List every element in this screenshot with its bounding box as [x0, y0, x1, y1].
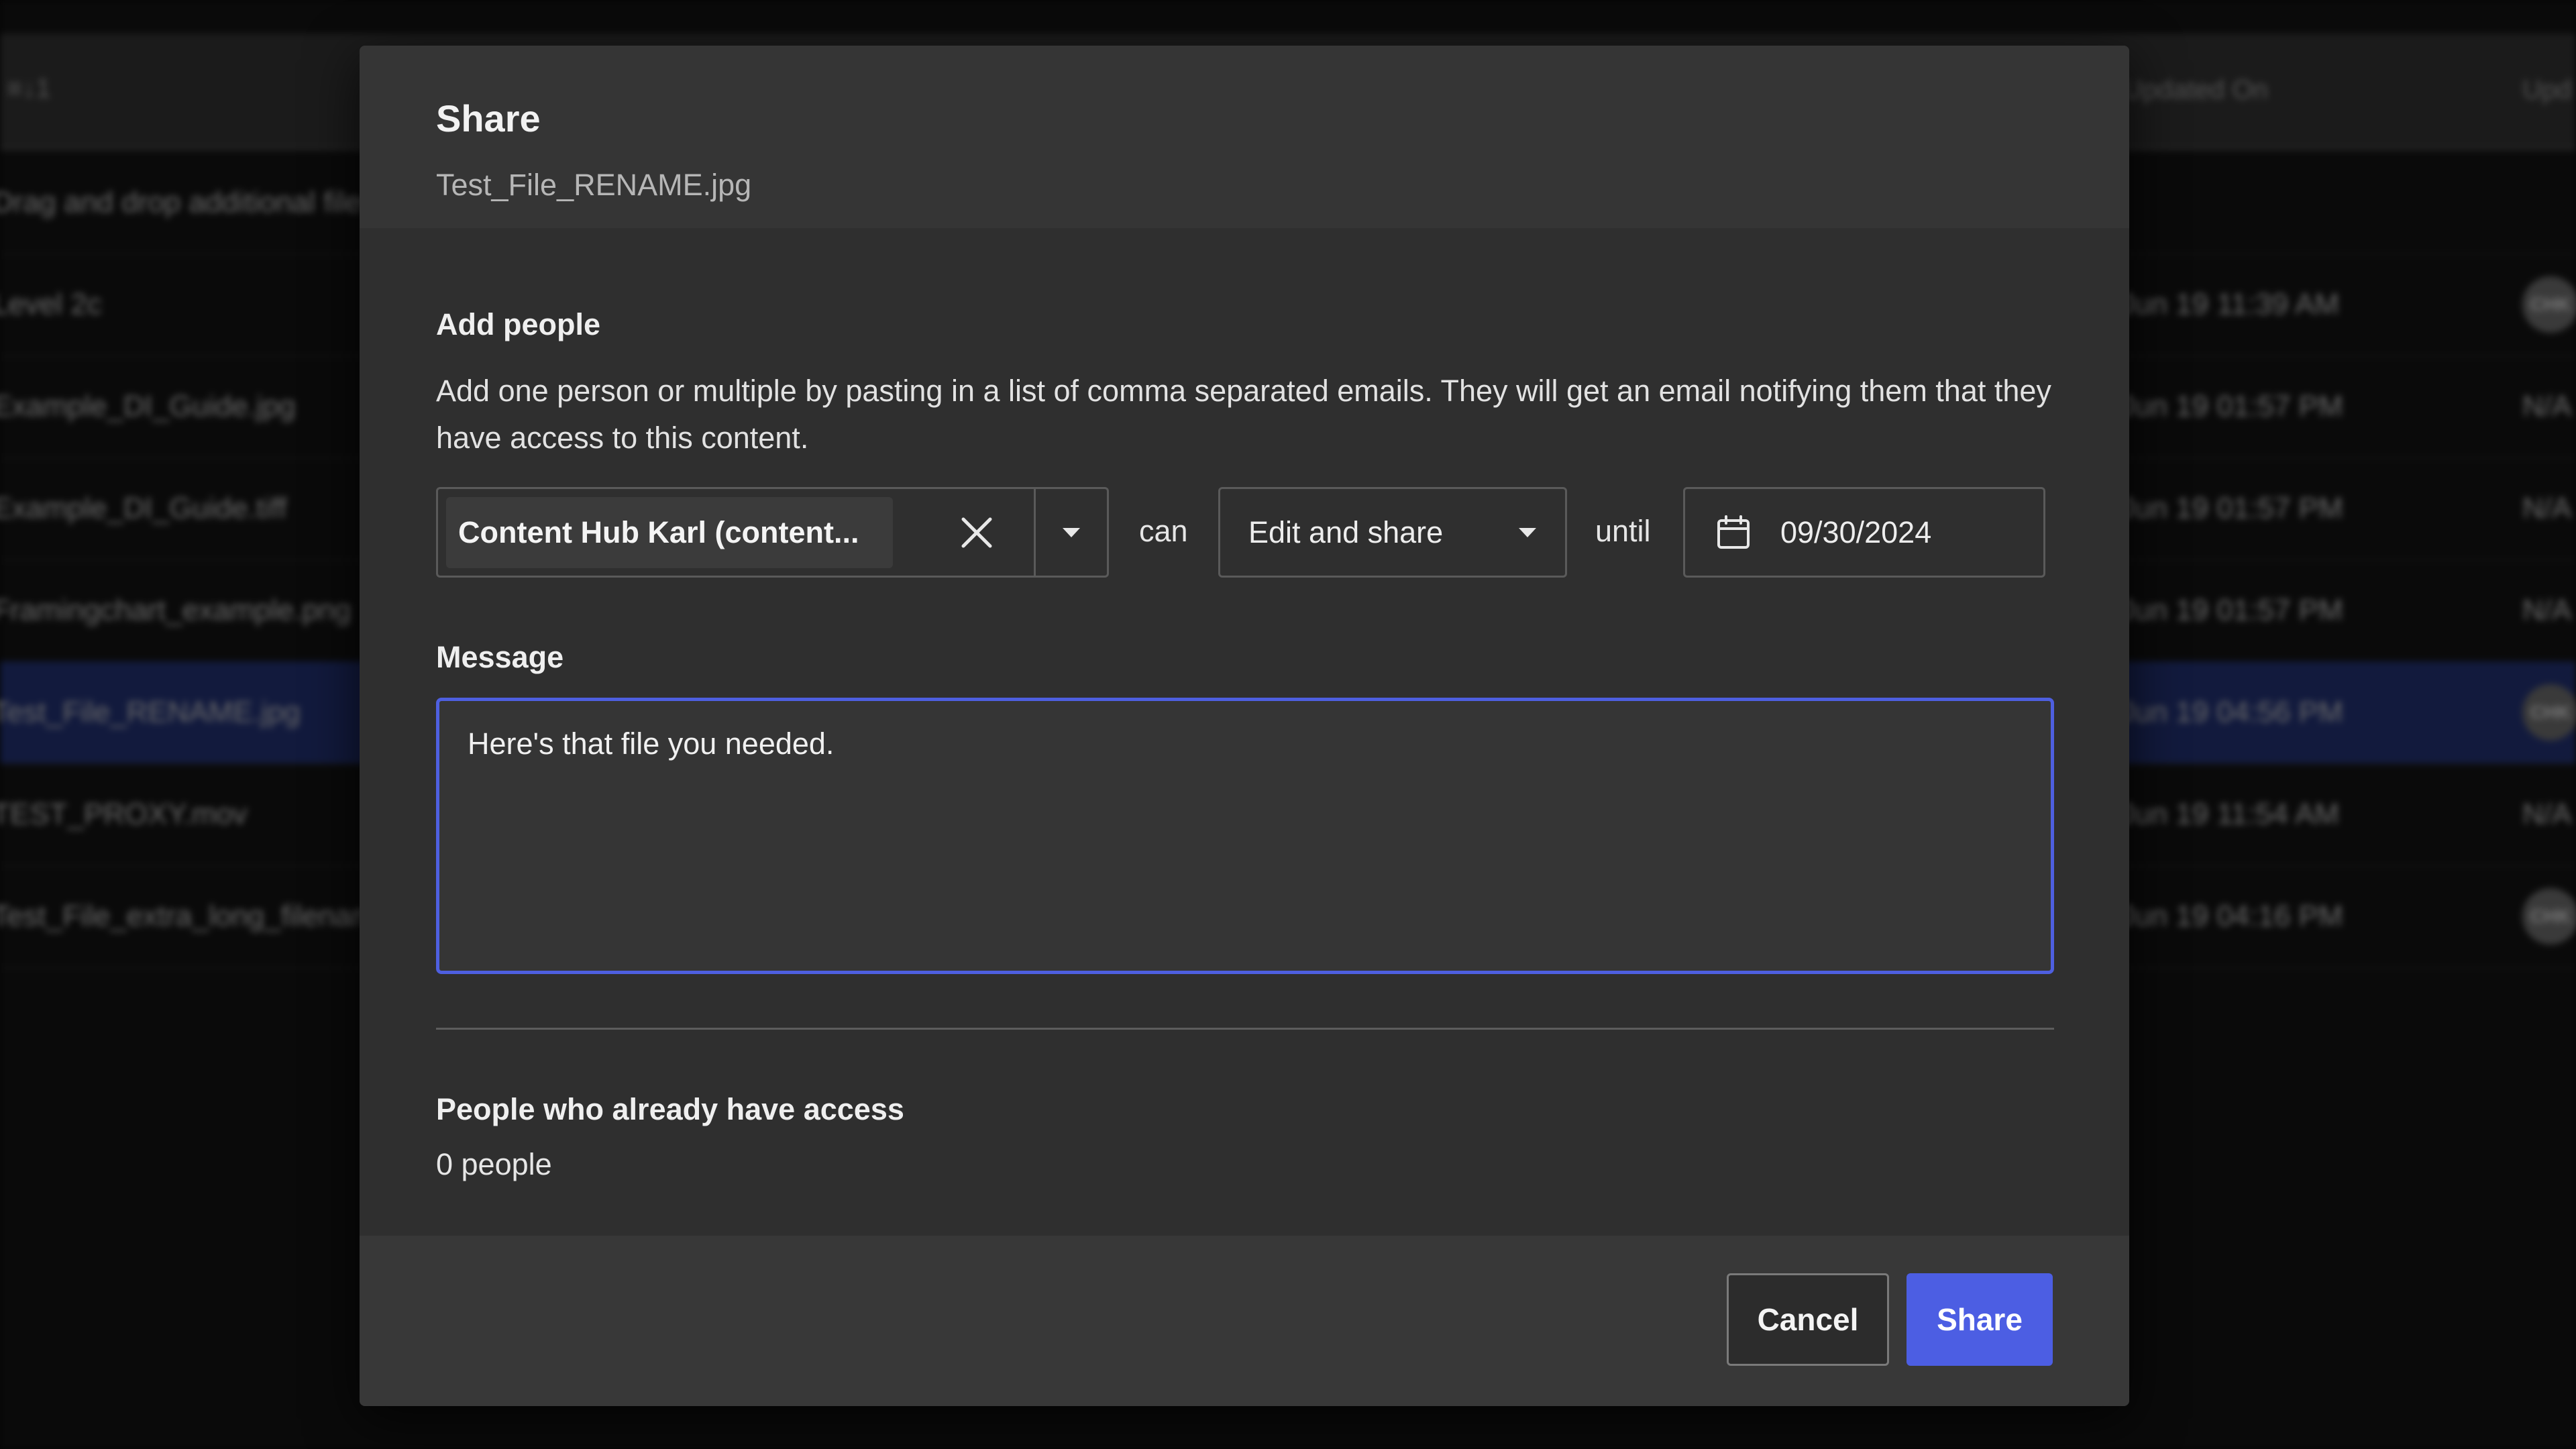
row-name: Example_DI_Guide.jpg	[0, 390, 296, 423]
permission-select[interactable]: Edit and share	[1218, 487, 1567, 578]
row-updated-by: N/A	[2522, 492, 2572, 525]
permission-value: Edit and share	[1248, 515, 1444, 549]
row-date: Jun 19 01:57 PM	[2120, 492, 2343, 525]
row-updated-by: N/A	[2522, 390, 2572, 423]
avatar: CHK	[2522, 684, 2576, 741]
app-screen: ≡↓1 Updated On Upd Drag and drop additio…	[0, 0, 2576, 1449]
dialog-title: Share	[436, 97, 541, 140]
cancel-button[interactable]: Cancel	[1727, 1273, 1889, 1366]
share-button[interactable]: Share	[1907, 1273, 2053, 1366]
until-label: until	[1595, 514, 1651, 548]
clear-selection-button[interactable]	[953, 509, 1000, 556]
add-people-description: Add one person or multiple by pasting in…	[436, 374, 2051, 455]
row-name: Framingchart_example.png	[0, 594, 352, 627]
row-date: Jun 19 01:57 PM	[2120, 390, 2343, 423]
dialog-subtitle-filename: Test_File_RENAME.jpg	[436, 168, 752, 202]
row-name: Test_File_extra_long_filename	[0, 900, 392, 932]
expiry-date-value: 09/30/2024	[1780, 515, 1932, 549]
existing-access-label: People who already have access	[436, 1092, 904, 1126]
row-name: Drag and drop additional files	[0, 186, 376, 219]
add-people-label: Add people	[436, 307, 600, 341]
calendar-icon	[1717, 515, 1750, 549]
message-textarea[interactable]: Here's that file you needed.	[436, 698, 2054, 974]
caret-down-icon	[1514, 523, 1541, 543]
people-picker-field[interactable]: Content Hub Karl (content...	[436, 487, 1109, 578]
row-updated-by: N/A	[2522, 594, 2572, 627]
row-date: Jun 19 04:16 PM	[2120, 900, 2343, 932]
message-label: Message	[436, 640, 564, 674]
selected-person-chip: Content Hub Karl (content...	[446, 497, 893, 568]
row-name: Test_File_RENAME.jpg	[0, 696, 301, 729]
row-name: TEST_PROXY.mov	[0, 798, 248, 830]
people-dropdown-toggle[interactable]	[1036, 489, 1107, 576]
close-icon	[961, 517, 992, 548]
row-date: Jun 19 01:57 PM	[2120, 594, 2343, 627]
section-divider	[436, 1028, 2054, 1030]
caret-down-icon	[1063, 527, 1080, 537]
can-label: can	[1139, 514, 1188, 548]
dialog-header: Share Test_File_RENAME.jpg	[360, 46, 2129, 228]
column-header-updated-by: Upd	[2522, 75, 2572, 105]
column-header-updated-on: Updated On	[2123, 75, 2268, 105]
row-date: Jun 19 11:39 AM	[2120, 288, 2339, 321]
expiry-date-picker[interactable]: 09/30/2024	[1683, 487, 2045, 578]
row-date: Jun 19 04:56 PM	[2120, 696, 2343, 729]
row-name: Example_DI_Guide.tiff	[0, 492, 287, 525]
share-dialog: Share Test_File_RENAME.jpg Add people Ad…	[360, 46, 2129, 1406]
existing-access-count: 0 people	[436, 1147, 552, 1181]
selected-person-name: Content Hub Karl (content...	[458, 515, 859, 549]
row-updated-by: N/A	[2522, 798, 2572, 830]
avatar: CHK	[2522, 888, 2576, 945]
row-name: Level 2c	[0, 288, 102, 321]
sort-indicator: ≡↓1	[7, 74, 51, 103]
row-date: Jun 19 11:54 AM	[2120, 798, 2339, 830]
avatar: CHK	[2522, 276, 2576, 333]
